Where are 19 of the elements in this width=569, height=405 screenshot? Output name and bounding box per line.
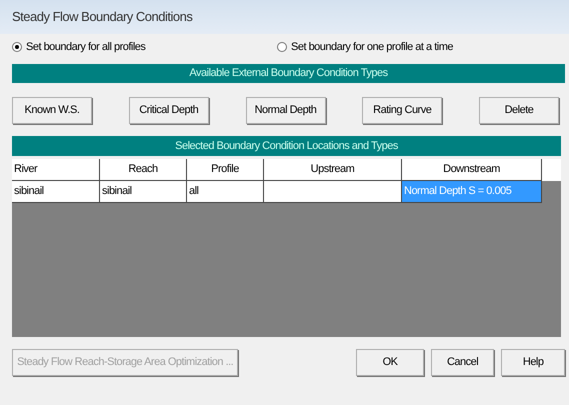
table-cell: sibinail [100, 181, 187, 203]
dialog-button[interactable]: Help [501, 349, 565, 376]
dialog-button[interactable]: OK [356, 349, 424, 376]
type-button[interactable]: Critical Depth [128, 97, 209, 124]
type-button[interactable]: Normal Depth [246, 97, 326, 124]
type-button[interactable]: Known W.S. [12, 97, 92, 124]
radio-button[interactable] [277, 42, 287, 52]
radio-button[interactable] [12, 42, 22, 52]
window-title: Steady Flow Boundary Conditions [12, 8, 192, 26]
radio-label: Set boundary for all profiles [26, 40, 146, 55]
section-header: Selected Boundary Condition Locations and Types [12, 136, 561, 156]
dialog-button[interactable]: Cancel [430, 349, 494, 376]
table-cell: all [187, 181, 264, 203]
section-header: Available External Boundary Condition Types [12, 64, 565, 83]
type-button[interactable]: Rating Curve [362, 97, 442, 124]
type-button[interactable]: Delete [479, 97, 559, 124]
table-cell: sibinail [12, 181, 100, 203]
radio-label: Set boundary for one profile at a time [291, 40, 453, 55]
table-cell: Normal Depth S = 0.005 [402, 181, 542, 203]
